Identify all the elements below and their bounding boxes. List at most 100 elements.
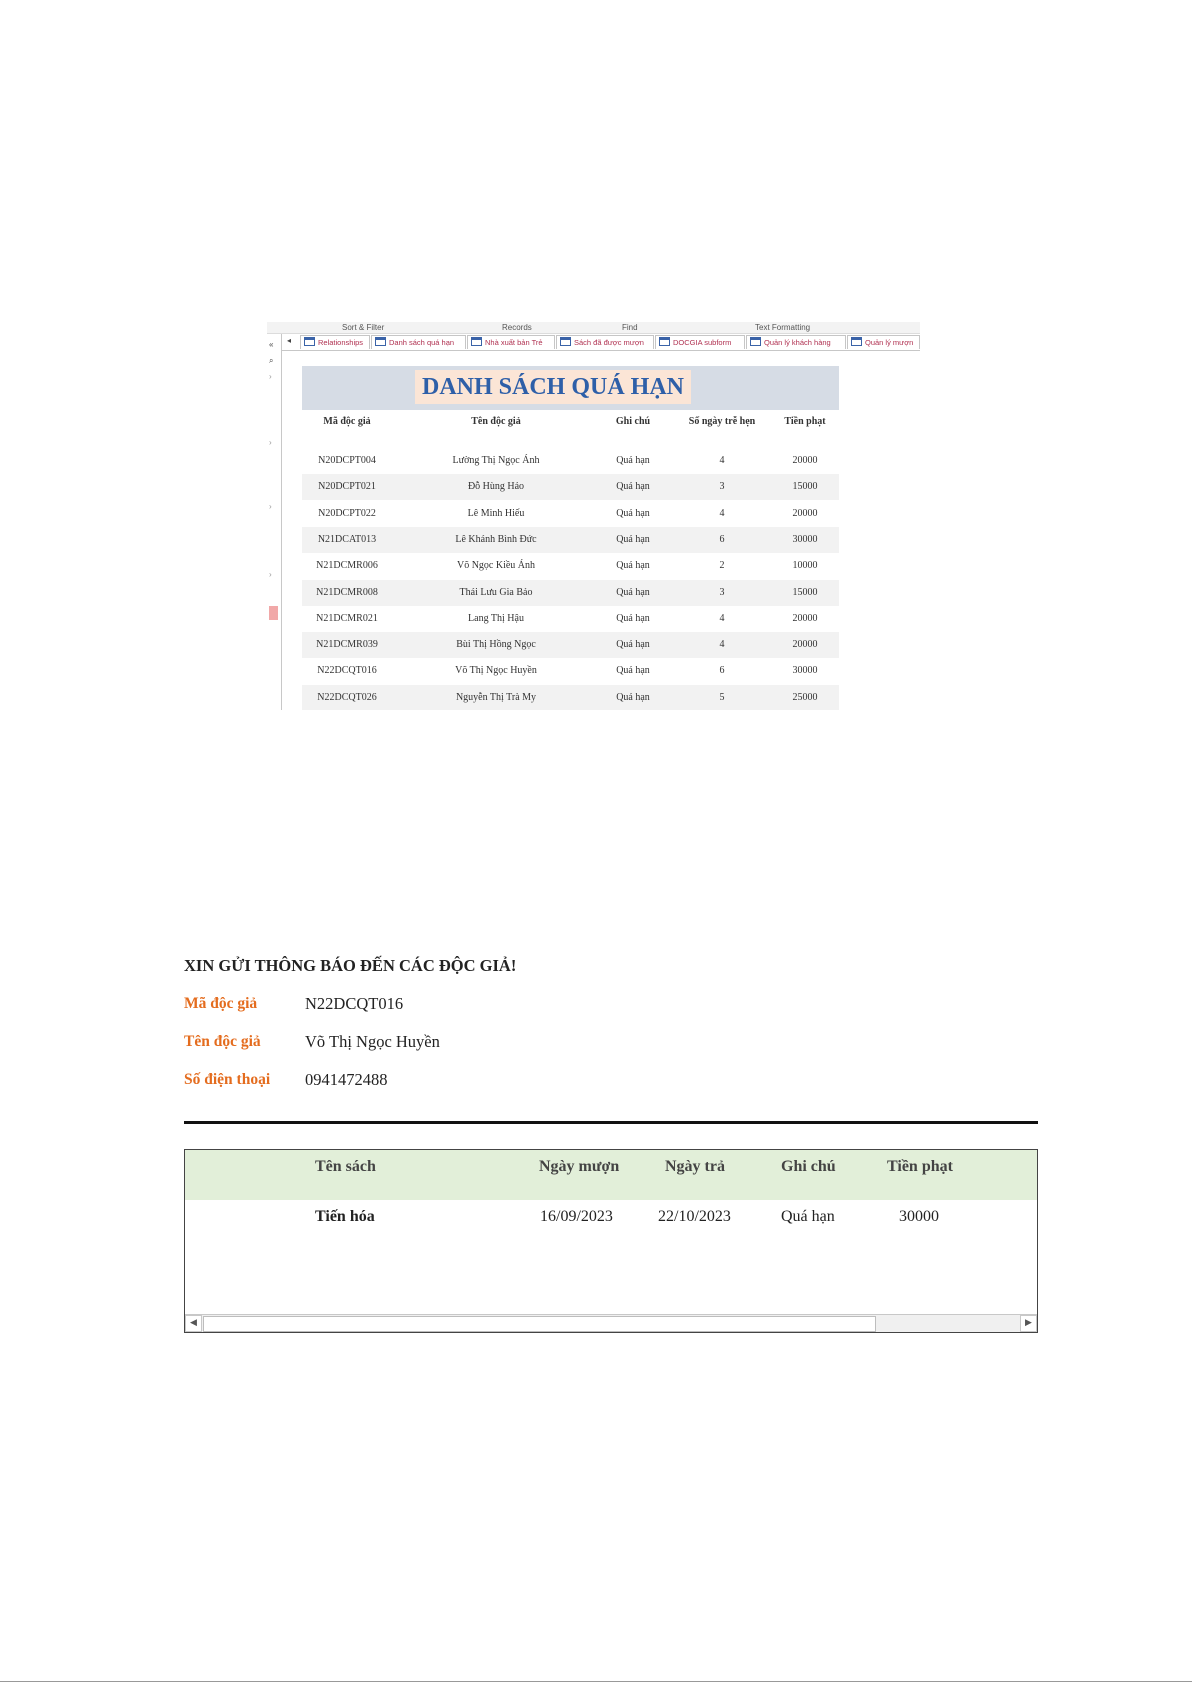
borrowed-books-subform: Tên sách Ngày mượn Ngày trả Ghi chú Tiền… <box>184 1149 1038 1333</box>
section-divider <box>184 1121 1038 1124</box>
tab-relationships[interactable]: Relationships <box>300 335 370 349</box>
report-cell-ghi-chu: Quá hạn <box>616 507 650 519</box>
value-ma-doc-gia: N22DCQT016 <box>305 994 404 1013</box>
report-cell-ghi-chu: Quá hạn <box>616 455 650 466</box>
overdue-report: DANH SÁCH QUÁ HẠN Mã độc giả Tên độc giả G… <box>302 366 839 710</box>
report-cell-ma-doc-gia: N20DCPT004 <box>318 455 376 466</box>
report-cell-tien-phat: 20000 <box>792 455 818 466</box>
nav-marker-icon: › <box>269 372 272 381</box>
report-cell-ten-doc-gia: Võ Thị Ngọc Huyền <box>455 665 537 677</box>
ribbon-group-find: Find <box>622 323 638 332</box>
collapse-pane-icon[interactable]: « <box>269 340 273 349</box>
label-ten-doc-gia: Tên độc giả <box>184 1033 261 1050</box>
report-cell-ten-doc-gia: Lường Thị Ngọc Ánh <box>452 455 540 466</box>
nav-marker-icon: › <box>269 570 272 579</box>
report-col-ten-doc-gia: Tên độc giả <box>471 416 521 427</box>
scroll-left-icon[interactable]: ◀ <box>185 1315 202 1332</box>
tab-nha-xuat-ban-tre[interactable]: Nhà xuất bản Trẻ <box>467 335 555 349</box>
tab-sach-da-duoc-muon[interactable]: Sách đã được mượn <box>556 335 654 349</box>
report-cell-ma-doc-gia: N21DCMR039 <box>316 639 378 651</box>
page-bottom-rule <box>0 1681 1192 1682</box>
report-cell-ghi-chu: Quá hạn <box>616 586 650 598</box>
report-cell-ten-doc-gia: Nguyễn Thị Trà My <box>455 691 537 703</box>
report-cell-ghi-chu: Quá hạn <box>616 560 650 572</box>
report-row: N20DCPT022 Lê Minh Hiếu Quá hạn 4 20000 <box>302 501 839 527</box>
report-cell-tien-phat: 10000 <box>792 560 818 572</box>
report-cell-ghi-chu: Quá hạn <box>616 533 650 545</box>
report-cell-ma-doc-gia: N20DCPT021 <box>318 481 376 493</box>
cell-tien-phat: 30000 <box>899 1208 939 1225</box>
report-row: N22DCQT016 Võ Thị Ngọc Huyền Quá hạn 6 30000 <box>302 658 839 684</box>
tab-docgia-subform[interactable]: DOCGIA subform <box>655 335 745 349</box>
cell-ngay-muon: 16/09/2023 <box>540 1208 613 1225</box>
report-cell-ten-doc-gia: Lê Minh Hiếu <box>467 507 525 519</box>
tab-quan-ly-muon[interactable]: Quản lý mượn <box>847 335 920 349</box>
report-cell-ten-doc-gia: Lê Khánh Bình Đức <box>455 533 537 545</box>
cell-ngay-tra: 22/10/2023 <box>658 1208 731 1225</box>
nav-selection-marker <box>269 606 278 620</box>
report-row: N21DCMR006 Võ Ngọc Kiều Ánh Quá hạn 2 10000 <box>302 553 839 579</box>
value-ten-doc-gia: Võ Thị Ngọc Huyền <box>305 1032 440 1051</box>
report-cell-ghi-chu: Quá hạn <box>616 691 650 703</box>
report-cell-ten-doc-gia: Thái Lưu Gia Bảo <box>459 586 533 598</box>
access-report-screenshot: Sort & Filter Records Find Text Formatti… <box>267 322 920 710</box>
report-cell-ma-doc-gia: N21DCMR006 <box>316 560 378 572</box>
report-cell-ten-doc-gia: Lang Thị Hậu <box>468 612 524 624</box>
report-cell-tien-phat: 30000 <box>792 665 818 677</box>
ribbon-group-labels: Sort & Filter Records Find Text Formatti… <box>267 322 920 334</box>
ribbon-group-records: Records <box>502 323 532 332</box>
navigation-pane-collapsed: « ⌕ › › › › <box>267 334 282 710</box>
report-cell-tien-phat: 15000 <box>792 586 818 598</box>
report-col-ma-doc-gia: Mã độc giả <box>323 416 371 427</box>
subform-row[interactable]: Tiến hóa 16/09/2023 22/10/2023 Quá hạn 3… <box>185 1200 1037 1240</box>
report-title: DANH SÁCH QUÁ HẠN <box>415 370 691 404</box>
nav-marker-icon: › <box>269 438 272 447</box>
report-cell-tien-phat: 20000 <box>792 612 818 624</box>
scroll-right-icon[interactable]: ▶ <box>1020 1315 1037 1332</box>
report-cell-ghi-chu: Quá hạn <box>616 639 650 651</box>
report-cell-ma-doc-gia: N22DCQT016 <box>317 665 377 677</box>
report-col-tien-phat: Tiền phạt <box>784 416 826 427</box>
report-cell-ten-doc-gia: Bùi Thị Hồng Ngọc <box>456 639 536 651</box>
form-icon <box>750 337 761 346</box>
col-ten-sach: Tên sách <box>315 1158 376 1175</box>
tab-scroll-left-icon[interactable]: ◂ <box>287 336 291 345</box>
cell-ghi-chu: Quá hạn <box>781 1208 835 1225</box>
report-cell-tien-phat: 30000 <box>792 533 818 545</box>
tab-quan-ly-khach-hang[interactable]: Quản lý khách hàng <box>746 335 846 349</box>
report-row: N21DCAT013 Lê Khánh Bình Đức Quá hạn 6 30000 <box>302 526 839 553</box>
col-ngay-muon: Ngày mượn <box>539 1158 620 1175</box>
report-row: N21DCMR008 Thái Lưu Gia Bảo Quá hạn 3 15000 <box>302 579 839 606</box>
report-icon <box>471 337 482 346</box>
report-cell-ma-doc-gia: N21DCAT013 <box>317 533 377 545</box>
report-cell-tien-phat: 25000 <box>792 691 818 703</box>
ribbon-group-sort-filter: Sort & Filter <box>342 323 385 332</box>
report-column-headers: Mã độc giả Tên độc giả Ghi chú Số ngày trễ … <box>302 410 839 438</box>
report-cell-ma-doc-gia: N21DCMR021 <box>316 612 378 624</box>
cell-ten-sach: Tiến hóa <box>315 1208 375 1225</box>
report-cell-tien-phat: 20000 <box>792 507 818 519</box>
col-ghi-chu: Ghi chú <box>781 1158 836 1175</box>
report-col-ghi-chu: Ghi chú <box>615 416 651 427</box>
search-icon[interactable]: ⌕ <box>269 356 273 366</box>
nav-marker-icon: › <box>269 502 272 511</box>
report-cell-ten-doc-gia: Võ Ngọc Kiều Ánh <box>456 560 536 572</box>
col-tien-phat: Tiền phạt <box>887 1158 953 1175</box>
report-row: N20DCPT004 Lường Thị Ngọc Ánh Quá hạn 4 2000… <box>302 448 839 474</box>
horizontal-scrollbar[interactable]: ◀ ▶ <box>185 1314 1037 1332</box>
relationships-icon <box>304 337 315 346</box>
ribbon-group-text-formatting: Text Formatting <box>755 323 811 332</box>
report-icon <box>375 337 386 346</box>
report-cell-tien-phat: 20000 <box>792 639 818 651</box>
notice-title: XIN GỬI THÔNG BÁO ĐẾN CÁC ĐỘC GIẢ! <box>184 956 517 975</box>
form-icon <box>851 337 862 346</box>
tab-danh-sach-qua-han[interactable]: Danh sách quá hạn <box>371 335 466 349</box>
report-cell-ma-doc-gia: N21DCMR008 <box>316 586 378 598</box>
report-row: N20DCPT021 Đỗ Hùng Hảo Quá hạn 3 15000 <box>302 474 839 501</box>
form-icon <box>659 337 670 346</box>
value-so-dien-thoai: 0941472488 <box>305 1070 388 1089</box>
scrollbar-thumb[interactable] <box>203 1316 876 1332</box>
label-so-dien-thoai: Số điện thoại <box>184 1071 271 1088</box>
label-ma-doc-gia: Mã độc giả <box>184 995 258 1012</box>
report-cell-ghi-chu: Quá hạn <box>616 665 650 677</box>
